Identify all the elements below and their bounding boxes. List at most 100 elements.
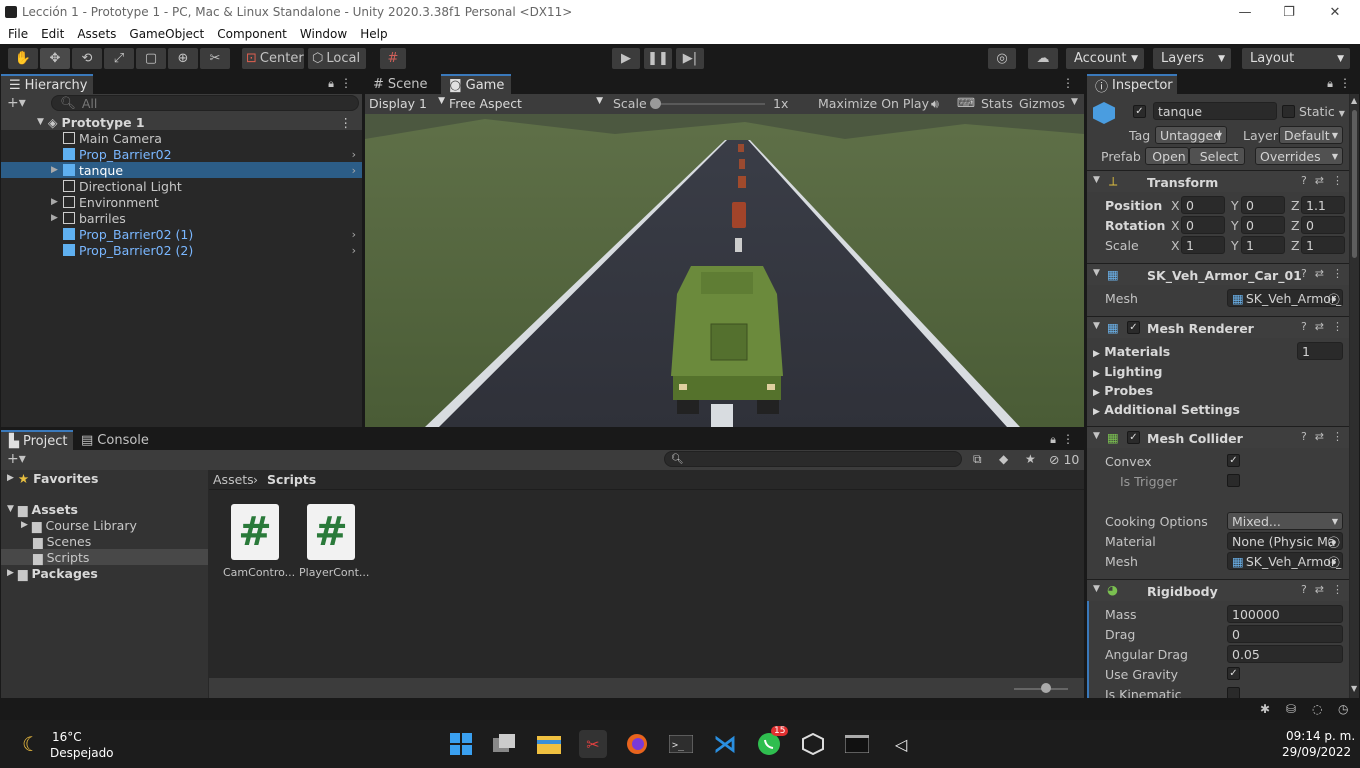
- add-icon[interactable]: +▾: [7, 451, 26, 467]
- clock-time[interactable]: 09:14 p. m.: [1286, 729, 1355, 743]
- minimize-button[interactable]: —: [1222, 0, 1268, 24]
- aspect-dropdown[interactable]: Free Aspect ▼: [449, 96, 603, 111]
- rotate-tool-button[interactable]: ⟲: [72, 48, 102, 69]
- angular-drag-input[interactable]: 0.05: [1227, 645, 1343, 663]
- use-gravity-checkbox[interactable]: ✓: [1227, 667, 1240, 680]
- mass-input[interactable]: 100000: [1227, 605, 1343, 623]
- chevron-right-icon[interactable]: ›: [352, 164, 356, 177]
- help-icon[interactable]: ?: [1301, 267, 1307, 280]
- is-trigger-checkbox[interactable]: [1227, 474, 1240, 487]
- scroll-down-icon[interactable]: ▼: [1351, 684, 1357, 693]
- axis-z-label[interactable]: Z: [1291, 198, 1300, 213]
- task-view-icon[interactable]: [491, 730, 519, 758]
- vscode-icon[interactable]: ⋊: [711, 730, 739, 758]
- filter-type-icon[interactable]: ⧉: [973, 452, 982, 467]
- static-checkbox[interactable]: [1282, 105, 1295, 118]
- help-icon[interactable]: ?: [1301, 320, 1307, 333]
- presets-icon[interactable]: ⇄: [1315, 267, 1324, 280]
- zoom-slider-handle[interactable]: [1041, 683, 1051, 693]
- folder-scenes[interactable]: ▆ Scenes: [1, 533, 91, 549]
- more-menu-icon[interactable]: ⋮: [1332, 267, 1343, 280]
- scale-tool-button[interactable]: ⤢: [104, 48, 134, 69]
- scene-row[interactable]: ▼ ◈ Prototype 1 ⋮: [1, 114, 362, 130]
- favorites-row[interactable]: ▶ ★ Favorites: [1, 470, 98, 486]
- more-menu-icon[interactable]: ⋮: [1339, 76, 1351, 90]
- rigidbody-header[interactable]: ▼ ◕ Rigidbody ? ⇄ ⋮: [1087, 579, 1349, 601]
- layer-dropdown[interactable]: Default ▼: [1279, 126, 1343, 144]
- maximize-on-play-button[interactable]: Maximize On Play: [818, 96, 929, 111]
- hierarchy-item[interactable]: ▶ barriles: [1, 210, 362, 226]
- close-button[interactable]: ✕: [1312, 0, 1358, 24]
- progress-check-icon[interactable]: ◷: [1338, 702, 1348, 716]
- rotation-y-input[interactable]: 0: [1241, 216, 1285, 234]
- script-file[interactable]: # PlayerCont...: [299, 504, 369, 579]
- assets-row[interactable]: ▼ ▆ Assets: [1, 501, 78, 517]
- materials-count-input[interactable]: 1: [1297, 342, 1343, 360]
- filter-label-icon[interactable]: ◆: [999, 452, 1008, 466]
- more-menu-icon[interactable]: ⋮: [1062, 76, 1074, 90]
- moon-weather-icon[interactable]: ☾: [22, 732, 40, 756]
- more-menu-icon[interactable]: ⋮: [1332, 174, 1343, 187]
- cache-icon[interactable]: ⛁: [1286, 702, 1296, 716]
- rotation-x-input[interactable]: 0: [1181, 216, 1225, 234]
- menu-gameobject[interactable]: GameObject: [129, 27, 204, 41]
- static-dropdown[interactable]: Static ▼: [1299, 104, 1345, 119]
- axis-z-label[interactable]: Z: [1291, 238, 1300, 253]
- menu-help[interactable]: Help: [360, 27, 387, 41]
- convex-checkbox[interactable]: ✓: [1227, 454, 1240, 467]
- mesh-collider-enabled-checkbox[interactable]: ✓: [1127, 431, 1140, 444]
- chevron-down-icon[interactable]: ▼: [1071, 97, 1078, 107]
- lighting-foldout[interactable]: ▶ Lighting: [1093, 364, 1162, 379]
- lock-icon[interactable]: 🔒︎: [1327, 77, 1333, 91]
- chevron-right-icon[interactable]: ›: [352, 228, 356, 241]
- temperature[interactable]: 16°C: [52, 730, 82, 744]
- menu-edit[interactable]: Edit: [41, 27, 64, 41]
- file-explorer-icon[interactable]: [535, 730, 563, 758]
- expand-arrow-icon[interactable]: ▶: [51, 197, 63, 207]
- scrollbar-thumb[interactable]: [1352, 110, 1357, 258]
- console-window-icon[interactable]: [843, 730, 871, 758]
- hidden-packages-toggle[interactable]: ⊘ 10: [1049, 452, 1079, 467]
- material-object-field[interactable]: None (Physic Ma ⦿: [1227, 532, 1343, 550]
- firefox-icon[interactable]: [623, 730, 651, 758]
- hierarchy-item[interactable]: Prop_Barrier02 ›: [1, 146, 362, 162]
- tab-console[interactable]: ▤ Console: [73, 430, 157, 450]
- play-button[interactable]: ▶: [612, 48, 640, 69]
- weather-text[interactable]: Despejado: [50, 746, 114, 760]
- scale-y-input[interactable]: 1: [1241, 236, 1285, 254]
- help-icon[interactable]: ?: [1301, 174, 1307, 187]
- axis-x-label[interactable]: X: [1171, 238, 1180, 253]
- additional-settings-foldout[interactable]: ▶ Additional Settings: [1093, 402, 1240, 417]
- custom-tool-button[interactable]: ✂: [200, 48, 230, 69]
- more-menu-icon[interactable]: ⋮: [1332, 430, 1343, 443]
- scale-slider-handle[interactable]: [650, 98, 661, 109]
- is-kinematic-checkbox[interactable]: [1227, 687, 1240, 698]
- help-icon[interactable]: ?: [1301, 583, 1307, 596]
- transform-header[interactable]: ▼ ⟂ Transform ? ⇄ ⋮: [1087, 170, 1349, 192]
- lock-icon[interactable]: 🔒︎: [1050, 433, 1056, 447]
- mute-audio-icon[interactable]: 🔊︎: [931, 96, 939, 112]
- layers-dropdown[interactable]: Layers ▼: [1153, 48, 1231, 69]
- drag-input[interactable]: 0: [1227, 625, 1343, 643]
- more-menu-icon[interactable]: ⋮: [1062, 432, 1074, 446]
- more-menu-icon[interactable]: ⋮: [340, 76, 352, 90]
- pause-button[interactable]: ❚❚: [644, 48, 672, 69]
- hierarchy-item[interactable]: Directional Light: [1, 178, 362, 194]
- presets-icon[interactable]: ⇄: [1315, 174, 1324, 187]
- unity-editor-icon[interactable]: ◁: [887, 730, 915, 758]
- axis-x-label[interactable]: X: [1171, 218, 1180, 233]
- maximize-button[interactable]: ❐: [1266, 0, 1312, 24]
- chevron-right-icon[interactable]: ›: [352, 244, 356, 257]
- mesh-renderer-enabled-checkbox[interactable]: ✓: [1127, 321, 1140, 334]
- collider-mesh-field[interactable]: ▦ SK_Veh_Armor_ ⦿: [1227, 552, 1343, 570]
- windows-start-icon[interactable]: [447, 730, 475, 758]
- add-icon[interactable]: +▾: [7, 95, 26, 111]
- collab-icon[interactable]: ◎: [988, 48, 1016, 69]
- axis-y-label[interactable]: Y: [1231, 218, 1239, 233]
- script-file[interactable]: # CamContro...: [223, 504, 295, 579]
- probes-foldout[interactable]: ▶ Probes: [1093, 383, 1153, 398]
- scroll-up-icon[interactable]: ▲: [1351, 96, 1357, 105]
- overrides-dropdown[interactable]: Overrides ▼: [1255, 147, 1343, 165]
- position-x-input[interactable]: 0: [1181, 196, 1225, 214]
- display-dropdown[interactable]: Display 1 ▼: [369, 96, 445, 111]
